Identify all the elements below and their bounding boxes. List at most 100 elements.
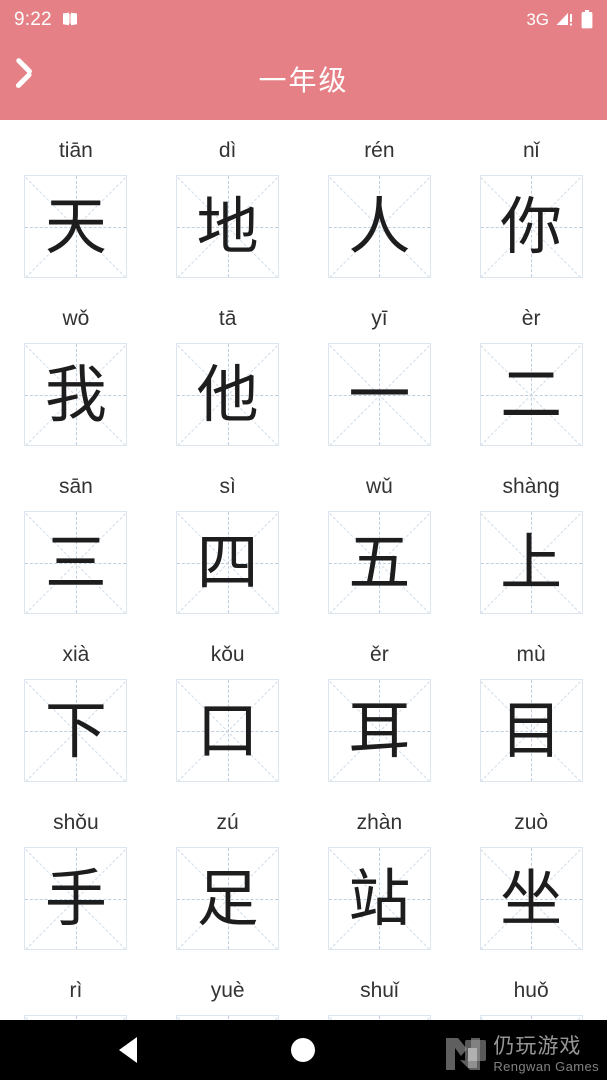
pinyin-label: yī	[371, 307, 388, 330]
tianzige-box: 你	[479, 175, 583, 278]
battery-full-icon	[581, 9, 593, 29]
hanzi-character: 我	[44, 357, 107, 431]
character-cell[interactable]: huǒ火	[455, 960, 607, 1020]
pinyin-label: nǐ	[522, 139, 540, 162]
pinyin-label: èr	[521, 307, 541, 330]
chevron-left-icon	[28, 64, 46, 94]
pinyin-label: tiān	[58, 139, 93, 162]
character-grid: tiān 天 dì 地 rén 人 nǐ 你 wǒ 我 tā 他 yī 一 èr 二 sān 三 sì 四 wǔ 五 shà…	[0, 120, 607, 1020]
pinyin-label: shàng	[502, 475, 560, 498]
character-cell[interactable]: rén 人	[304, 120, 456, 288]
tianzige-box: 手	[24, 847, 128, 950]
android-navigation-bar: 仍玩游戏 Rengwan Games	[0, 1020, 607, 1080]
pinyin-label: dì	[218, 139, 237, 162]
hanzi-character: 二	[500, 357, 563, 431]
tianzige-box: 站	[327, 847, 431, 950]
tianzige-box: 五	[327, 511, 431, 614]
character-cell[interactable]: shàng 上	[455, 456, 607, 624]
character-cell[interactable]: rì日	[0, 960, 152, 1020]
hanzi-character: 一	[348, 357, 411, 431]
tianzige-box: 目	[479, 679, 583, 782]
tianzige-box: 坐	[479, 847, 583, 950]
character-cell[interactable]: shuǐ水	[304, 960, 456, 1020]
status-bar-right: 3G	[526, 9, 593, 29]
nav-home-button[interactable]	[268, 1020, 338, 1080]
character-cell[interactable]: wǒ 我	[0, 288, 152, 456]
hanzi-character: 下	[44, 693, 107, 767]
hanzi-character: 目	[500, 693, 563, 767]
character-cell[interactable]: xià 下	[0, 624, 152, 792]
character-cell[interactable]: shǒu 手	[0, 792, 152, 960]
hanzi-character: 耳	[348, 693, 411, 767]
pinyin-label: shǒu	[53, 811, 99, 834]
hanzi-character: 坐	[500, 861, 563, 935]
app-screen: 9:22 3G 一年级 tiān 天 dì 地 rén 人 nǐ 你 wǒ 我 …	[0, 0, 607, 1080]
pinyin-label: zuò	[514, 811, 549, 834]
square-recents-icon	[464, 1039, 486, 1061]
character-cell[interactable]: nǐ 你	[455, 120, 607, 288]
character-cell[interactable]: tā 他	[152, 288, 304, 456]
status-bar: 9:22 3G	[0, 0, 607, 38]
character-cell[interactable]: wǔ 五	[304, 456, 456, 624]
pinyin-label: mù	[516, 643, 546, 666]
character-cell[interactable]: èr 二	[455, 288, 607, 456]
pinyin-label: yuè	[210, 979, 245, 1002]
hanzi-character: 四	[196, 525, 259, 599]
hanzi-character: 上	[500, 525, 563, 599]
back-button[interactable]	[0, 38, 74, 120]
tianzige-box: 天	[24, 175, 128, 278]
hanzi-character: 三	[44, 525, 107, 599]
tianzige-box: 他	[176, 343, 280, 446]
triangle-back-icon	[119, 1037, 137, 1063]
character-cell[interactable]: kǒu 口	[152, 624, 304, 792]
character-cell[interactable]: tiān 天	[0, 120, 152, 288]
tianzige-box: 二	[479, 343, 583, 446]
tianzige-box: 人	[327, 175, 431, 278]
hanzi-character: 站	[348, 861, 411, 935]
character-cell[interactable]: zhàn 站	[304, 792, 456, 960]
character-cell[interactable]: mù 目	[455, 624, 607, 792]
pinyin-label: sān	[58, 475, 93, 498]
character-cell[interactable]: yuè月	[152, 960, 304, 1020]
tianzige-box: 足	[176, 847, 280, 950]
pinyin-label: zú	[216, 811, 239, 834]
hanzi-character: 手	[44, 861, 107, 935]
pinyin-label: wǔ	[365, 475, 393, 498]
tianzige-box: 四	[176, 511, 280, 614]
tianzige-box: 上	[479, 511, 583, 614]
status-time: 9:22	[14, 8, 52, 30]
pinyin-label: tā	[218, 307, 237, 330]
pinyin-label: rén	[364, 139, 395, 162]
pinyin-label: kǒu	[210, 643, 245, 666]
signal-warning-icon	[556, 11, 574, 27]
pinyin-label: rì	[69, 979, 83, 1002]
character-cell[interactable]: ěr 耳	[304, 624, 456, 792]
pinyin-label: shuǐ	[360, 979, 399, 1002]
pinyin-label: wǒ	[62, 307, 90, 330]
nav-recents-button[interactable]	[440, 1020, 510, 1080]
network-type-label: 3G	[526, 9, 549, 29]
character-cell[interactable]: zú 足	[152, 792, 304, 960]
tianzige-box: 三	[24, 511, 128, 614]
tianzige-box: 下	[24, 679, 128, 782]
nav-back-button[interactable]	[93, 1020, 163, 1080]
app-bar: 一年级	[0, 38, 607, 120]
hanzi-character: 他	[196, 357, 259, 431]
hanzi-character: 五	[348, 525, 411, 599]
character-cell[interactable]: sì 四	[152, 456, 304, 624]
hanzi-character: 足	[196, 861, 259, 935]
character-cell[interactable]: zuò 坐	[455, 792, 607, 960]
pinyin-label: ěr	[370, 643, 389, 666]
character-cell[interactable]: dì 地	[152, 120, 304, 288]
hanzi-character: 人	[348, 189, 411, 263]
page-title: 一年级	[258, 65, 349, 96]
pinyin-label: xià	[62, 643, 90, 666]
hanzi-character: 天	[44, 189, 107, 263]
character-cell[interactable]: sān 三	[0, 456, 152, 624]
character-cell[interactable]: yī 一	[304, 288, 456, 456]
hanzi-character: 口	[196, 693, 259, 767]
tianzige-box: 口	[176, 679, 280, 782]
tianzige-box: 一	[327, 343, 431, 446]
status-bar-left: 9:22	[14, 10, 78, 29]
book-icon	[62, 12, 78, 26]
